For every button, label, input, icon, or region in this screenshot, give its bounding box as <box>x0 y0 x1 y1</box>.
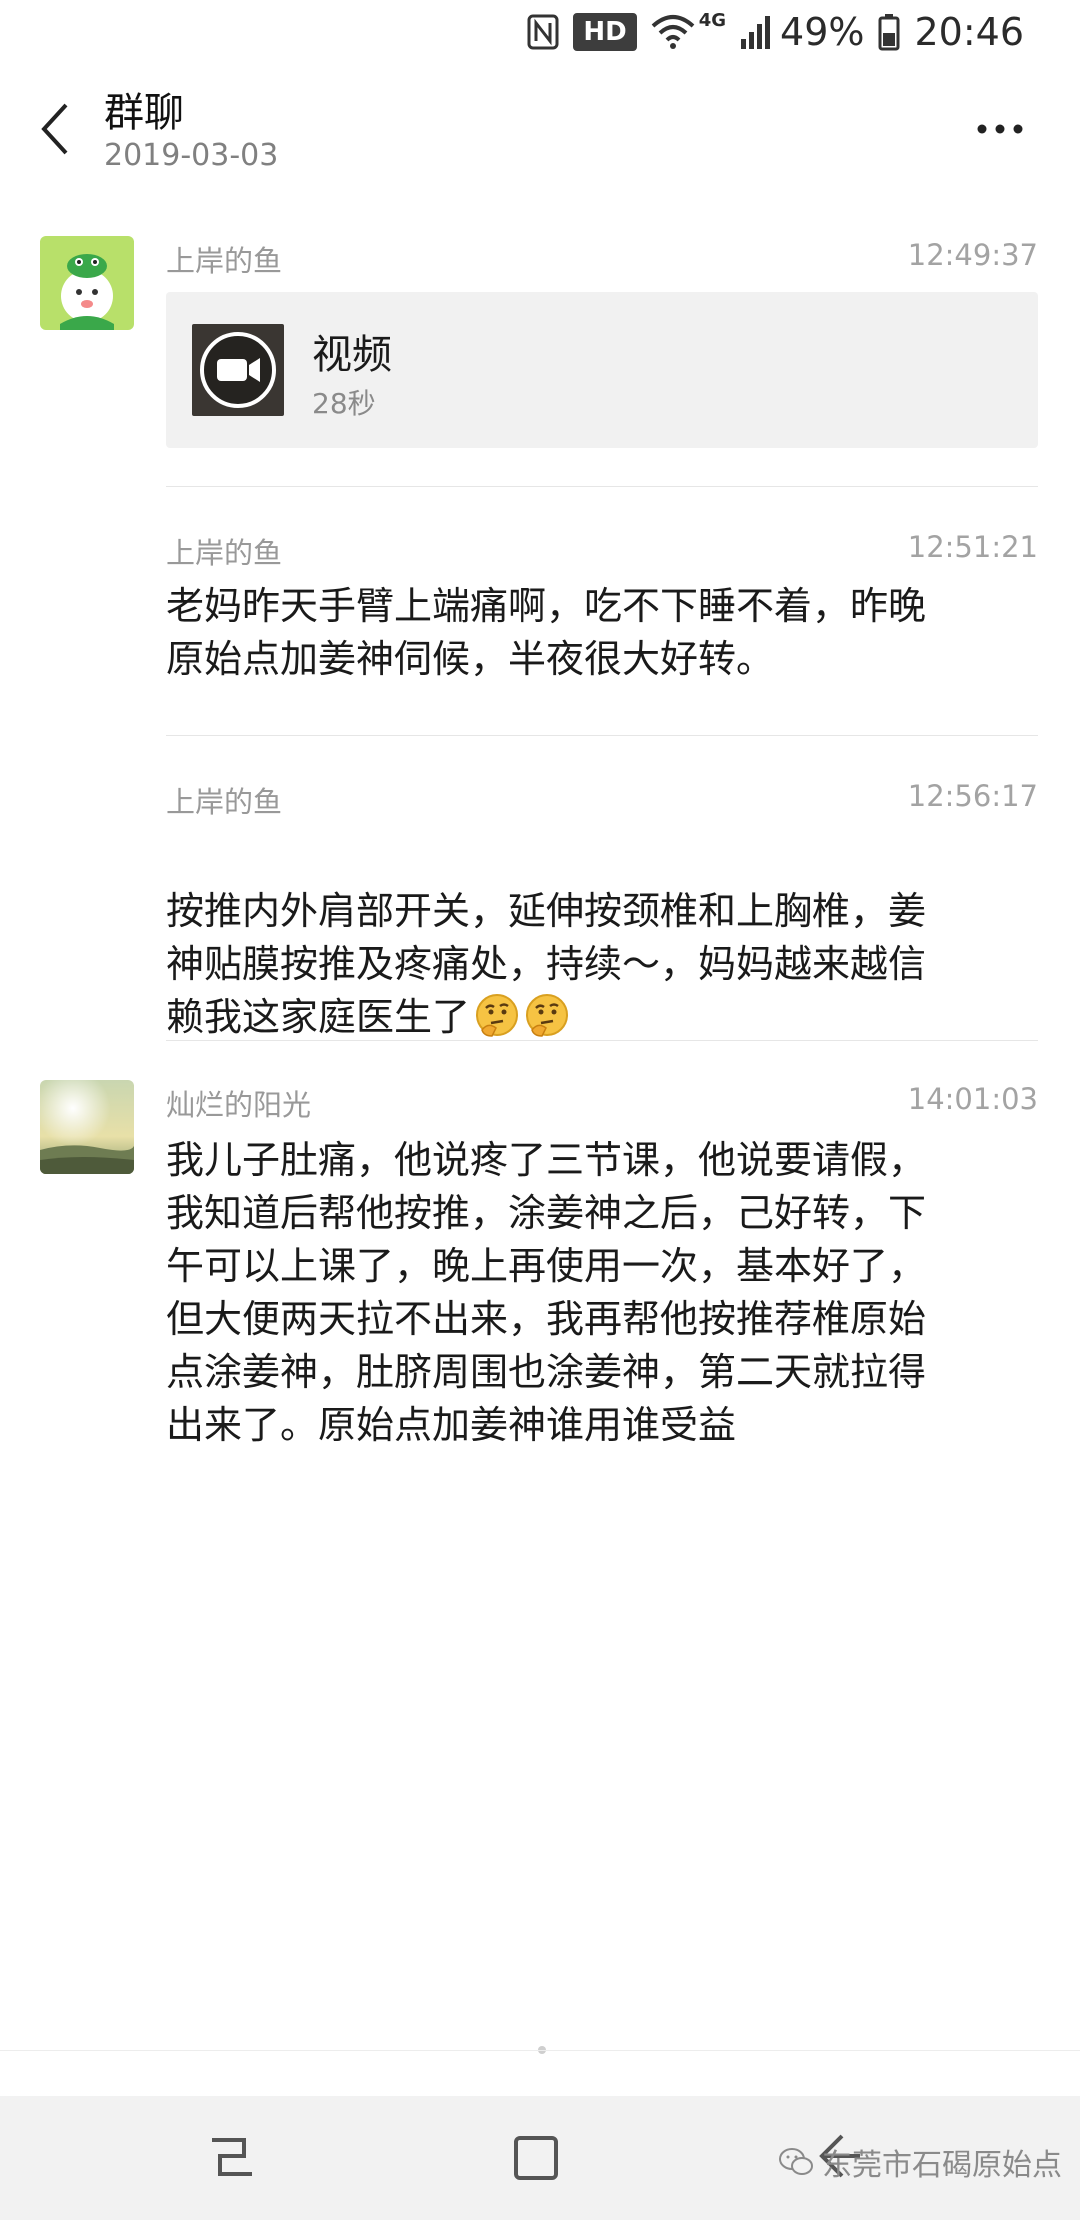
message-time: 12:56:17 <box>907 779 1038 813</box>
video-camera-icon <box>200 332 276 408</box>
message-sender: 上岸的鱼 <box>166 244 283 278</box>
watermark-text: 东莞市石碣原始点 <box>822 2148 1062 2183</box>
video-label: 视频 <box>312 332 392 378</box>
bottom-divider <box>0 2050 1080 2051</box>
signal-icon <box>741 16 771 49</box>
battery-percent: 49% <box>780 10 865 54</box>
page-title: 群聊 <box>104 90 184 136</box>
divider <box>166 1040 1038 1041</box>
battery-icon <box>878 14 900 51</box>
back-arrow-icon <box>41 103 68 155</box>
video-duration: 28秒 <box>312 387 376 420</box>
video-message-card[interactable]: 视频 28秒 <box>166 292 1038 448</box>
recent-apps-icon[interactable] <box>204 2130 260 2186</box>
video-thumbnail <box>192 324 284 416</box>
thinking-face-icon <box>526 994 569 1037</box>
title-bar: 群聊 2019-03-03 <box>0 64 1080 214</box>
message-time: 12:49:37 <box>907 238 1038 272</box>
hd-badge: HD <box>573 13 637 51</box>
message-text: 我儿子肚痛，他说疼了三节课，他说要请假， 我知道后帮他按推，涂姜神之后，己好转，… <box>166 1138 927 1447</box>
network-type: 4G <box>698 10 727 31</box>
wechat-icon <box>779 2148 813 2175</box>
more-button[interactable] <box>970 104 1030 154</box>
more-dots-icon <box>977 124 1023 134</box>
message-time: 12:51:21 <box>907 530 1038 564</box>
divider <box>166 486 1038 487</box>
watermark: 东莞市石碣原始点 <box>778 2140 1062 2184</box>
message-text: 老妈昨天手臂上端痛啊，吃不下睡不着，昨晚 原始点加姜神伺候，半夜很大好转。 <box>166 584 927 681</box>
message-sender: 灿烂的阳光 <box>166 1088 312 1122</box>
clock: 20:46 <box>914 10 1024 54</box>
sunlight-landscape-avatar-icon <box>40 1080 134 1174</box>
thinking-face-icon <box>476 994 519 1037</box>
avatar-canlan-de-yangguang[interactable] <box>40 1080 134 1174</box>
page-date: 2019-03-03 <box>104 138 279 173</box>
message-text: 按推内外肩部开关，延伸按颈椎和上胸椎，姜 神贴膜按推及疼痛处，持续～，妈妈越来越… <box>166 832 1046 1044</box>
message-sender: 上岸的鱼 <box>166 536 283 570</box>
nfc-icon <box>527 14 559 50</box>
wifi-icon <box>651 15 695 49</box>
message-sender: 上岸的鱼 <box>166 785 283 819</box>
status-icons: HD 4G 49% 20:46 <box>527 8 1024 56</box>
message-time: 14:01:03 <box>907 1082 1038 1116</box>
frog-cartoon-avatar-icon <box>40 236 134 330</box>
home-button-icon[interactable] <box>508 2130 564 2186</box>
avatar-shangan-de-yu[interactable] <box>40 236 134 330</box>
divider <box>166 735 1038 736</box>
status-bar: HD 4G 49% 20:46 <box>0 0 1080 64</box>
back-button[interactable] <box>30 94 80 164</box>
